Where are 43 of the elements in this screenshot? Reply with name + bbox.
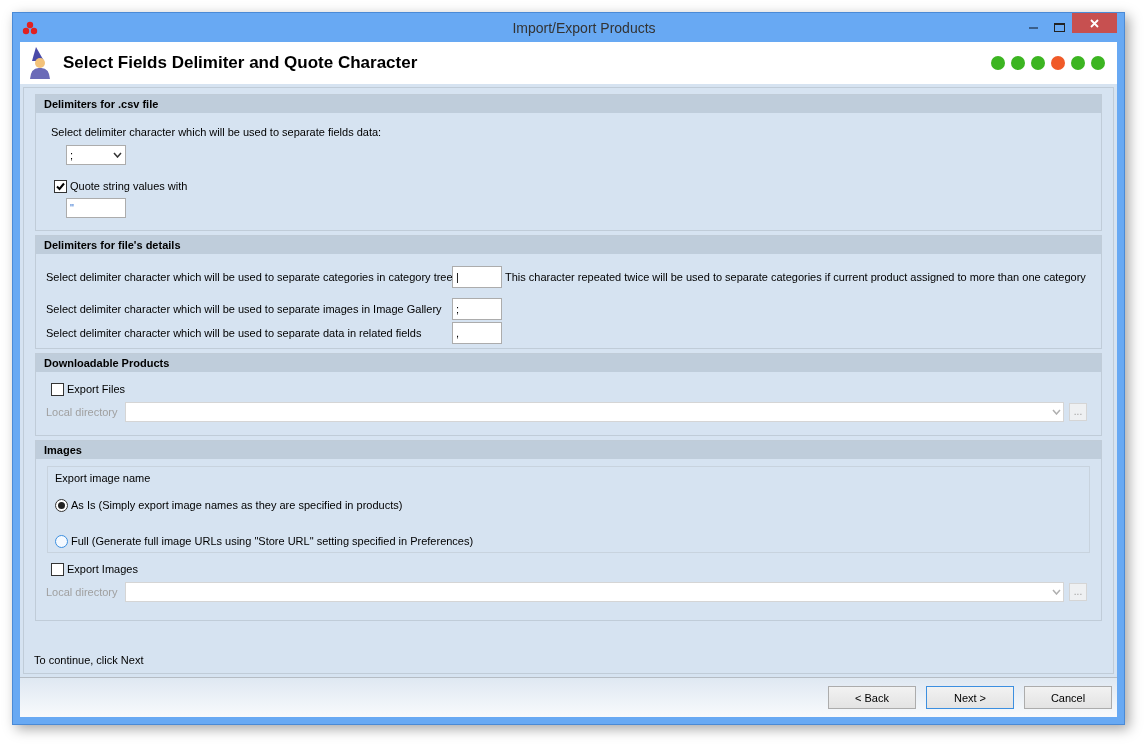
window-title: Import/Export Products <box>511 20 657 35</box>
checkbox-label: Export Images <box>67 562 138 576</box>
section-header: Delimiters for .csv file <box>36 95 1101 113</box>
chevron-down-icon <box>1052 589 1061 595</box>
delimiter-label: Select delimiter character which will be used to separate data in related fields <box>46 326 423 340</box>
page-title: Select Fields Delimiter and Quote Character <box>63 56 419 70</box>
group-title: Export image name <box>55 471 152 485</box>
continue-hint: To continue, click Next <box>34 653 145 667</box>
checkbox[interactable] <box>51 382 64 396</box>
directory-label: Local directory <box>46 405 119 419</box>
section-header: Downloadable Products <box>36 354 1101 372</box>
app-logo-icon <box>22 20 38 35</box>
directory-label: Local directory <box>46 585 119 599</box>
radio-label: As Is (Simply export image names as they are specified in products) <box>71 498 403 512</box>
wizard-button[interactable]: Next > <box>926 686 1014 709</box>
wizard-button[interactable]: < Back <box>828 686 916 709</box>
close-icon <box>1090 18 1099 28</box>
checkbox[interactable] <box>54 179 67 193</box>
radio-label: Full (Generate full image URLs using "Store URL" setting specified in Preferences) <box>71 534 474 548</box>
maximize-icon <box>1053 23 1065 32</box>
checkbox-label: Quote string values with <box>70 179 188 193</box>
section-header: Delimiters for file's details <box>36 236 1101 254</box>
delimiter-note: This character repeated twice will be used to separate categories if current product assigned to more than one category <box>505 270 1086 284</box>
radio-button[interactable] <box>55 534 68 548</box>
section-header: Images <box>36 441 1101 459</box>
minimize-icon <box>1028 26 1038 29</box>
checkmark-icon <box>55 180 66 192</box>
checkbox-label: Export Files <box>67 382 126 396</box>
delimiter-input[interactable]: , <box>452 322 502 344</box>
delimiter-select[interactable]: ; <box>66 145 126 165</box>
delimiter-prompt: Select delimiter character which will be used to separate fields data: <box>51 125 383 139</box>
radio-button[interactable] <box>55 498 68 512</box>
chevron-down-icon <box>113 152 122 158</box>
quote-input[interactable]: " <box>66 198 126 218</box>
delimiter-label: Select delimiter character which will be used to separate categories in category tree <box>46 270 452 284</box>
close-button[interactable] <box>1072 13 1117 33</box>
chevron-down-icon <box>1052 409 1061 415</box>
checkbox[interactable] <box>51 562 64 576</box>
delimiter-label: Select delimiter character which will be used to separate images in Image Gallery <box>46 302 443 316</box>
delimiter-input[interactable]: ; <box>452 298 502 320</box>
wizard-icon <box>28 47 52 79</box>
delimiter-input[interactable]: | <box>452 266 502 288</box>
wizard-button[interactable]: Cancel <box>1024 686 1112 709</box>
